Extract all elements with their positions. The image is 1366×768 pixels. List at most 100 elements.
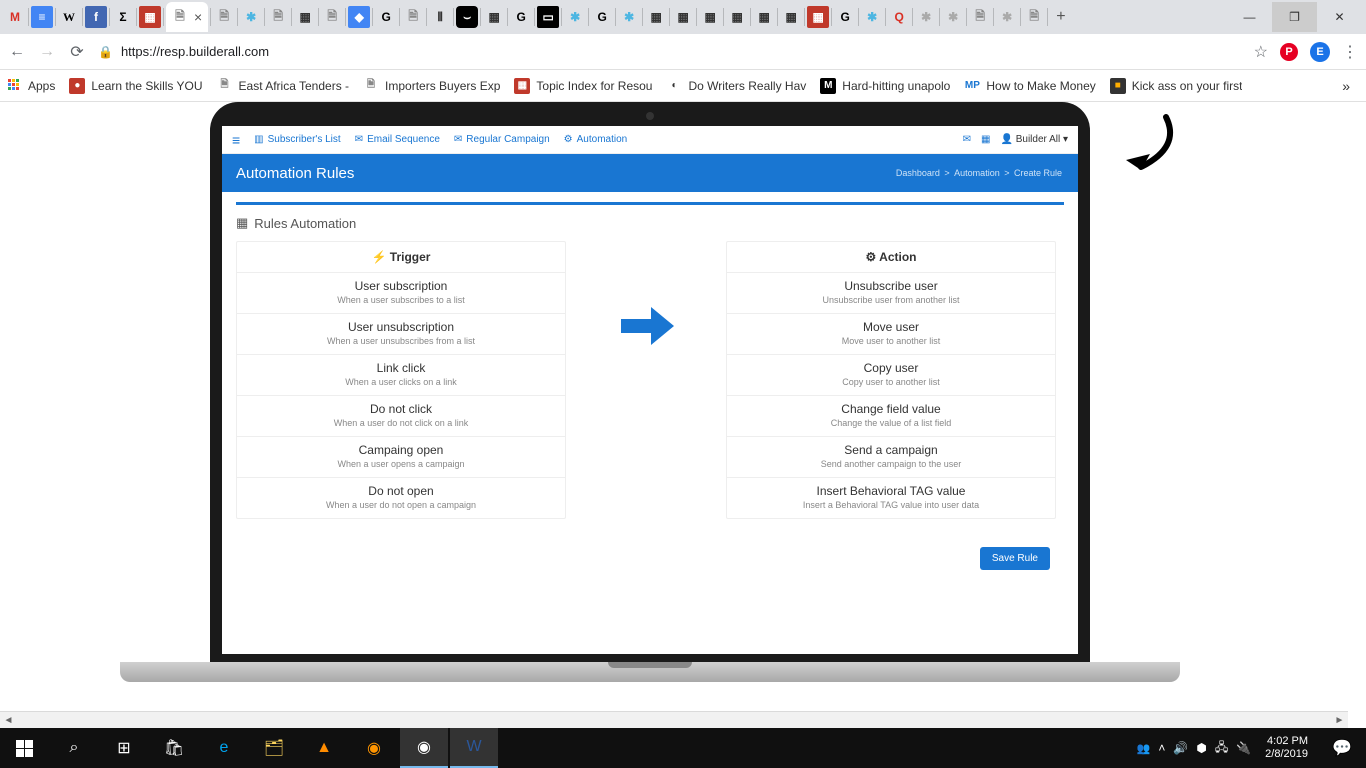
tray-up-icon[interactable]: ˄: [1158, 741, 1165, 755]
tab-google-icon[interactable]: G: [834, 6, 856, 28]
tab-page-icon[interactable]: 🗎: [969, 6, 991, 28]
tab-black-icon[interactable]: ⌣: [456, 6, 478, 28]
tab-page-icon[interactable]: 🗎: [267, 6, 289, 28]
nav-campaign[interactable]: ✉ Regular Campaign: [454, 134, 550, 145]
tab-blue-icon[interactable]: ◆: [348, 6, 370, 28]
action-option[interactable]: Copy userCopy user to another list: [727, 354, 1055, 395]
bookmark-item[interactable]: ■Kick ass on your first: [1110, 78, 1243, 94]
tab-docs-icon[interactable]: ≡: [31, 6, 53, 28]
tab-grid-icon[interactable]: ▦: [645, 6, 667, 28]
tab-page-icon[interactable]: 🗎: [321, 6, 343, 28]
apps-button[interactable]: Apps: [8, 79, 55, 93]
pinterest-extension-icon[interactable]: P: [1280, 43, 1298, 61]
tab-close-icon[interactable]: ×: [194, 9, 202, 25]
action-option[interactable]: Move userMove user to another list: [727, 313, 1055, 354]
tab-page-icon[interactable]: 🗎: [1023, 6, 1045, 28]
dropbox-icon[interactable]: ⬢: [1196, 741, 1206, 755]
tab-google-icon[interactable]: G: [510, 6, 532, 28]
nav-subscribers[interactable]: ▥ Subscriber's List: [254, 134, 341, 145]
tab-bug-grey-icon[interactable]: ✱: [996, 6, 1018, 28]
tab-grid-icon[interactable]: ▦: [699, 6, 721, 28]
hamburger-icon[interactable]: ≡: [232, 132, 240, 148]
search-button[interactable]: ⌕: [50, 728, 98, 768]
maximize-button[interactable]: ❐: [1272, 2, 1317, 32]
volume-icon[interactable]: 🔊: [1173, 741, 1188, 755]
close-button[interactable]: ✕: [1317, 2, 1362, 32]
tab-red-icon[interactable]: ▦: [807, 6, 829, 28]
tab-grid-icon[interactable]: ▦: [672, 6, 694, 28]
taskbar-clock[interactable]: 4:02 PM 2/8/2019: [1259, 735, 1314, 761]
browser-menu-icon[interactable]: ⋮: [1342, 42, 1358, 62]
tab-gmail-icon[interactable]: M: [4, 6, 26, 28]
bookmark-item[interactable]: ▦Topic Index for Resou: [514, 78, 652, 94]
explorer-button[interactable]: 🗂: [250, 728, 298, 768]
word-button[interactable]: W: [450, 728, 498, 768]
new-tab-button[interactable]: +: [1050, 8, 1071, 26]
people-icon[interactable]: 👥: [1137, 742, 1151, 755]
action-option[interactable]: Send a campaignSend another campaign to …: [727, 436, 1055, 477]
trigger-option[interactable]: User subscriptionWhen a user subscribes …: [237, 272, 565, 313]
bookmark-item[interactable]: ◐Do Writers Really Hav: [666, 78, 806, 94]
forward-button[interactable]: →: [38, 43, 56, 61]
grid-icon[interactable]: ▦: [981, 134, 990, 145]
firefox-button[interactable]: ◉: [350, 728, 398, 768]
action-option[interactable]: Insert Behavioral TAG valueInsert a Beha…: [727, 477, 1055, 518]
bookmark-item[interactable]: 🗎East Africa Tenders -: [217, 78, 350, 94]
crumb-dashboard[interactable]: Dashboard: [896, 168, 940, 178]
bookmark-item[interactable]: MPHow to Make Money: [964, 78, 1095, 94]
reload-button[interactable]: ⟳: [68, 43, 86, 61]
url-input[interactable]: 🔒 https://resp.builderall.com: [98, 44, 1242, 59]
horizontal-scrollbar[interactable]: ◄ ►: [0, 711, 1348, 728]
trigger-option[interactable]: Campaing openWhen a user opens a campaig…: [237, 436, 565, 477]
bookmark-item[interactable]: ●Learn the Skills YOU: [69, 78, 202, 94]
trigger-option[interactable]: User unsubscriptionWhen a user unsubscri…: [237, 313, 565, 354]
tab-grid-icon[interactable]: ▦: [726, 6, 748, 28]
action-option[interactable]: Unsubscribe userUnsubscribe user from an…: [727, 272, 1055, 313]
start-button[interactable]: [0, 728, 48, 768]
tab-fb-icon[interactable]: f: [85, 6, 107, 28]
scroll-right-icon[interactable]: ►: [1331, 712, 1348, 728]
tab-w-icon[interactable]: W: [58, 6, 80, 28]
back-button[interactable]: ←: [8, 43, 26, 61]
minimize-button[interactable]: —: [1227, 2, 1272, 32]
trigger-option[interactable]: Link clickWhen a user clicks on a link: [237, 354, 565, 395]
tab-bars-icon[interactable]: ⦀: [429, 6, 451, 28]
tab-grid-icon[interactable]: ▦: [753, 6, 775, 28]
tab-bug-icon[interactable]: ✱: [861, 6, 883, 28]
nav-sequence[interactable]: ✉ Email Sequence: [355, 134, 440, 145]
chrome-button[interactable]: ◉: [400, 728, 448, 768]
scroll-left-icon[interactable]: ◄: [0, 712, 17, 728]
tab-grid-icon[interactable]: ▦: [294, 6, 316, 28]
tab-page-icon[interactable]: 🗎: [213, 6, 235, 28]
action-option[interactable]: Change field valueChange the value of a …: [727, 395, 1055, 436]
tab-black2-icon[interactable]: ▭: [537, 6, 559, 28]
user-dropdown[interactable]: 👤 Builder All ▾: [1000, 134, 1068, 145]
tab-q-icon[interactable]: Q: [888, 6, 910, 28]
tab-bug-grey-icon[interactable]: ✱: [942, 6, 964, 28]
tab-bug-icon[interactable]: ✱: [618, 6, 640, 28]
vlc-button[interactable]: ▲: [300, 728, 348, 768]
bookmark-item[interactable]: 🗎Importers Buyers Exp: [363, 78, 500, 94]
tab-grid-icon[interactable]: ▦: [780, 6, 802, 28]
action-center-icon[interactable]: 💬: [1322, 728, 1362, 768]
battery-icon[interactable]: 🔌: [1236, 741, 1251, 755]
tab-bug-icon[interactable]: ✱: [564, 6, 586, 28]
bookmark-star-icon[interactable]: ☆: [1254, 42, 1268, 62]
store-button[interactable]: 🛍: [150, 728, 198, 768]
mail-icon[interactable]: ✉: [963, 134, 971, 145]
tab-red-icon[interactable]: ▦: [139, 6, 161, 28]
taskview-button[interactable]: ⊞: [100, 728, 148, 768]
save-rule-button[interactable]: Save Rule: [980, 547, 1050, 570]
bookmarks-overflow-icon[interactable]: »: [1342, 78, 1358, 94]
bookmark-item[interactable]: MHard-hitting unapolo: [820, 78, 950, 94]
tab-bug1-icon[interactable]: ✱: [240, 6, 262, 28]
network-icon[interactable]: 🖧: [1215, 738, 1228, 759]
active-tab[interactable]: 🗎 ×: [166, 2, 208, 32]
tab-grid-icon[interactable]: ▦: [483, 6, 505, 28]
trigger-option[interactable]: Do not clickWhen a user do not click on …: [237, 395, 565, 436]
tab-google-icon[interactable]: G: [375, 6, 397, 28]
tab-google-icon[interactable]: G: [591, 6, 613, 28]
crumb-automation[interactable]: Automation: [954, 168, 1000, 178]
profile-avatar[interactable]: E: [1310, 42, 1330, 62]
tab-sigma-icon[interactable]: Σ: [112, 6, 134, 28]
